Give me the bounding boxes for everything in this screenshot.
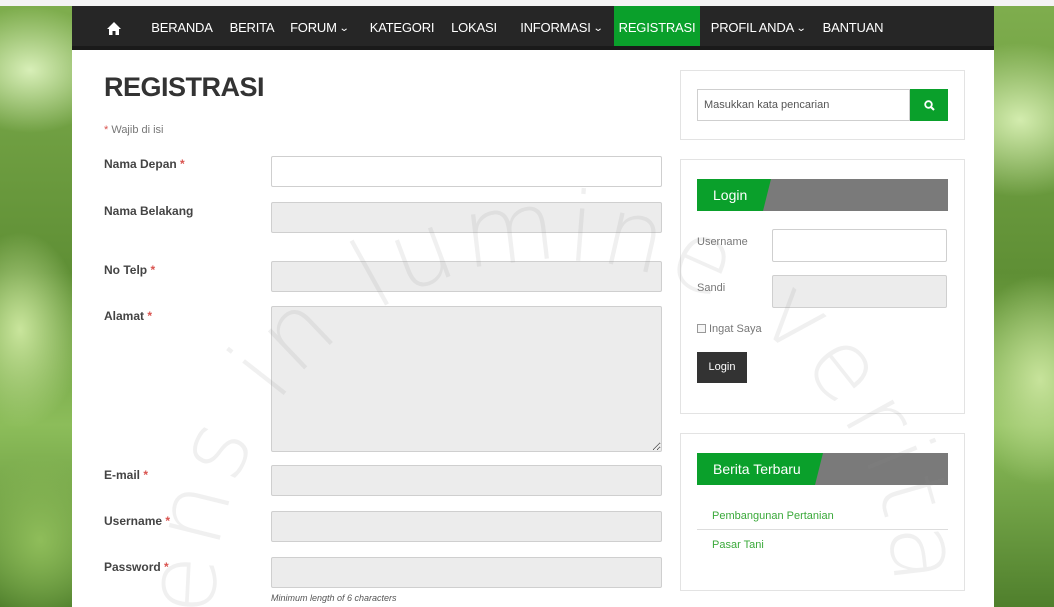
login-username-input[interactable] [772, 229, 947, 262]
login-button[interactable]: Login [697, 352, 747, 383]
nama-belakang-input[interactable] [271, 202, 662, 233]
alamat-textarea[interactable] [271, 306, 662, 452]
page-title: REGISTRASI [104, 72, 265, 102]
news-divider [697, 529, 948, 530]
home-icon[interactable] [100, 6, 128, 50]
nav-lokasi[interactable]: LOKASI [448, 6, 500, 50]
nav-informasi[interactable]: INFORMASI ⌄ [516, 6, 606, 50]
chevron-down-icon: ⌄ [592, 22, 604, 34]
password-input[interactable] [271, 557, 662, 588]
nav-forum[interactable]: FORUM ⌄ [284, 6, 354, 50]
news-widget-header: Berita Terbaru [697, 453, 948, 485]
label-alamat: Alamat * [104, 309, 153, 323]
news-widget-title: Berita Terbaru [697, 453, 823, 485]
label-email: E-mail * [104, 468, 149, 482]
chevron-down-icon: ⌄ [338, 22, 350, 34]
nav-kategori[interactable]: KATEGORI [368, 6, 436, 50]
label-no-telp: No Telp * [104, 263, 156, 277]
label-username: Username * [104, 514, 171, 528]
search-icon [923, 99, 935, 111]
login-password-label: Sandi [697, 282, 726, 294]
remember-me-label: Ingat Saya [709, 323, 762, 335]
nav-bantuan[interactable]: BANTUAN [818, 6, 888, 50]
required-note: * Wajib di isi [104, 124, 164, 136]
nav-profil-anda[interactable]: PROFIL ANDA ⌄ [708, 6, 808, 50]
search-button[interactable] [910, 89, 948, 121]
nav-beranda[interactable]: BERANDA [146, 6, 218, 50]
login-password-input[interactable] [772, 275, 947, 308]
nav-berita[interactable]: BERITA [224, 6, 280, 50]
label-password: Password * [104, 560, 169, 574]
label-nama-depan: Nama Depan * [104, 157, 185, 171]
login-widget-title: Login [697, 179, 771, 211]
news-link[interactable]: Pembangunan Pertanian [712, 510, 834, 522]
news-link[interactable]: Pasar Tani [712, 539, 764, 551]
label-nama-belakang: Nama Belakang [104, 204, 194, 218]
no-telp-input[interactable] [271, 261, 662, 292]
username-input[interactable] [271, 511, 662, 542]
chevron-down-icon: ⌄ [795, 22, 807, 34]
password-hint: Minimum length of 6 characters [271, 593, 397, 603]
login-widget-header: Login [697, 179, 948, 211]
nama-depan-input[interactable] [271, 156, 662, 187]
search-input[interactable]: Masukkan kata pencarian [697, 89, 910, 121]
remember-me-checkbox[interactable] [697, 324, 706, 333]
nav-registrasi[interactable]: REGISTRASI [614, 6, 700, 50]
email-input[interactable] [271, 465, 662, 496]
main-navbar: BERANDA BERITA FORUM ⌄ KATEGORI LOKASI IN… [72, 6, 994, 50]
login-username-label: Username [697, 236, 748, 248]
